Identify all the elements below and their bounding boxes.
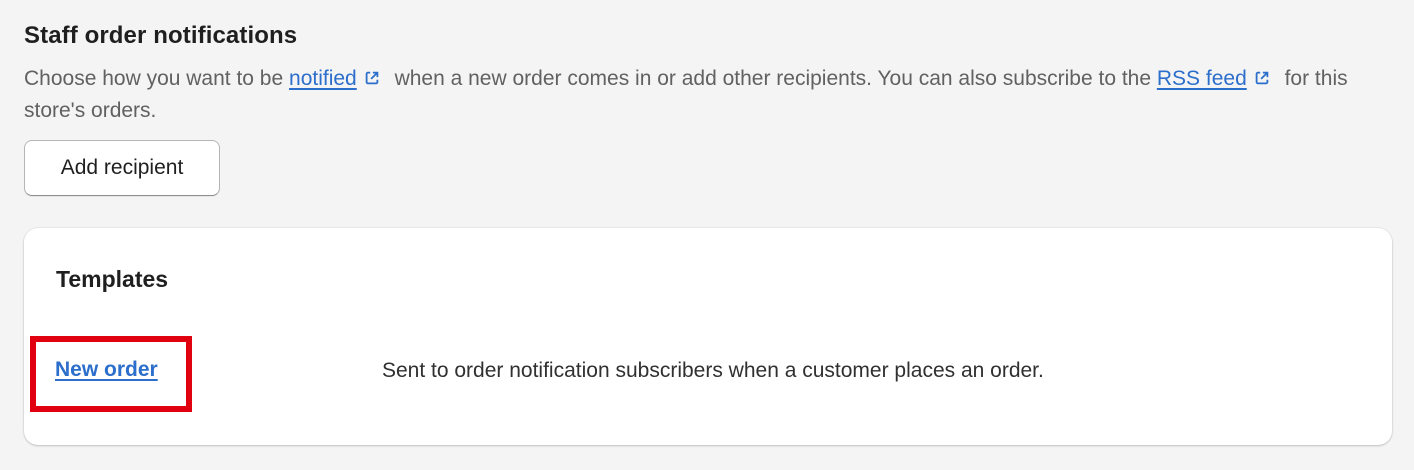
section-title: Staff order notifications [24, 22, 298, 49]
templates-card: Templates New order Sent to order notifi… [24, 228, 1392, 445]
description-text-1: Choose how you want to be [24, 67, 290, 90]
notified-link[interactable]: notified [289, 67, 357, 90]
external-link-icon[interactable] [1253, 65, 1271, 85]
templates-title: Templates [56, 266, 169, 292]
external-link-icon[interactable] [363, 65, 381, 85]
description-text-2: when a new order comes in or add other r… [388, 67, 1157, 90]
add-recipient-button[interactable]: Add recipient [24, 140, 220, 196]
section-description: Choose how you want to be notified when … [24, 63, 1354, 127]
template-new-order-description: Sent to order notification subscribers w… [382, 359, 1044, 382]
template-new-order-link[interactable]: New order [55, 358, 158, 382]
rss-feed-link[interactable]: RSS feed [1157, 67, 1247, 90]
